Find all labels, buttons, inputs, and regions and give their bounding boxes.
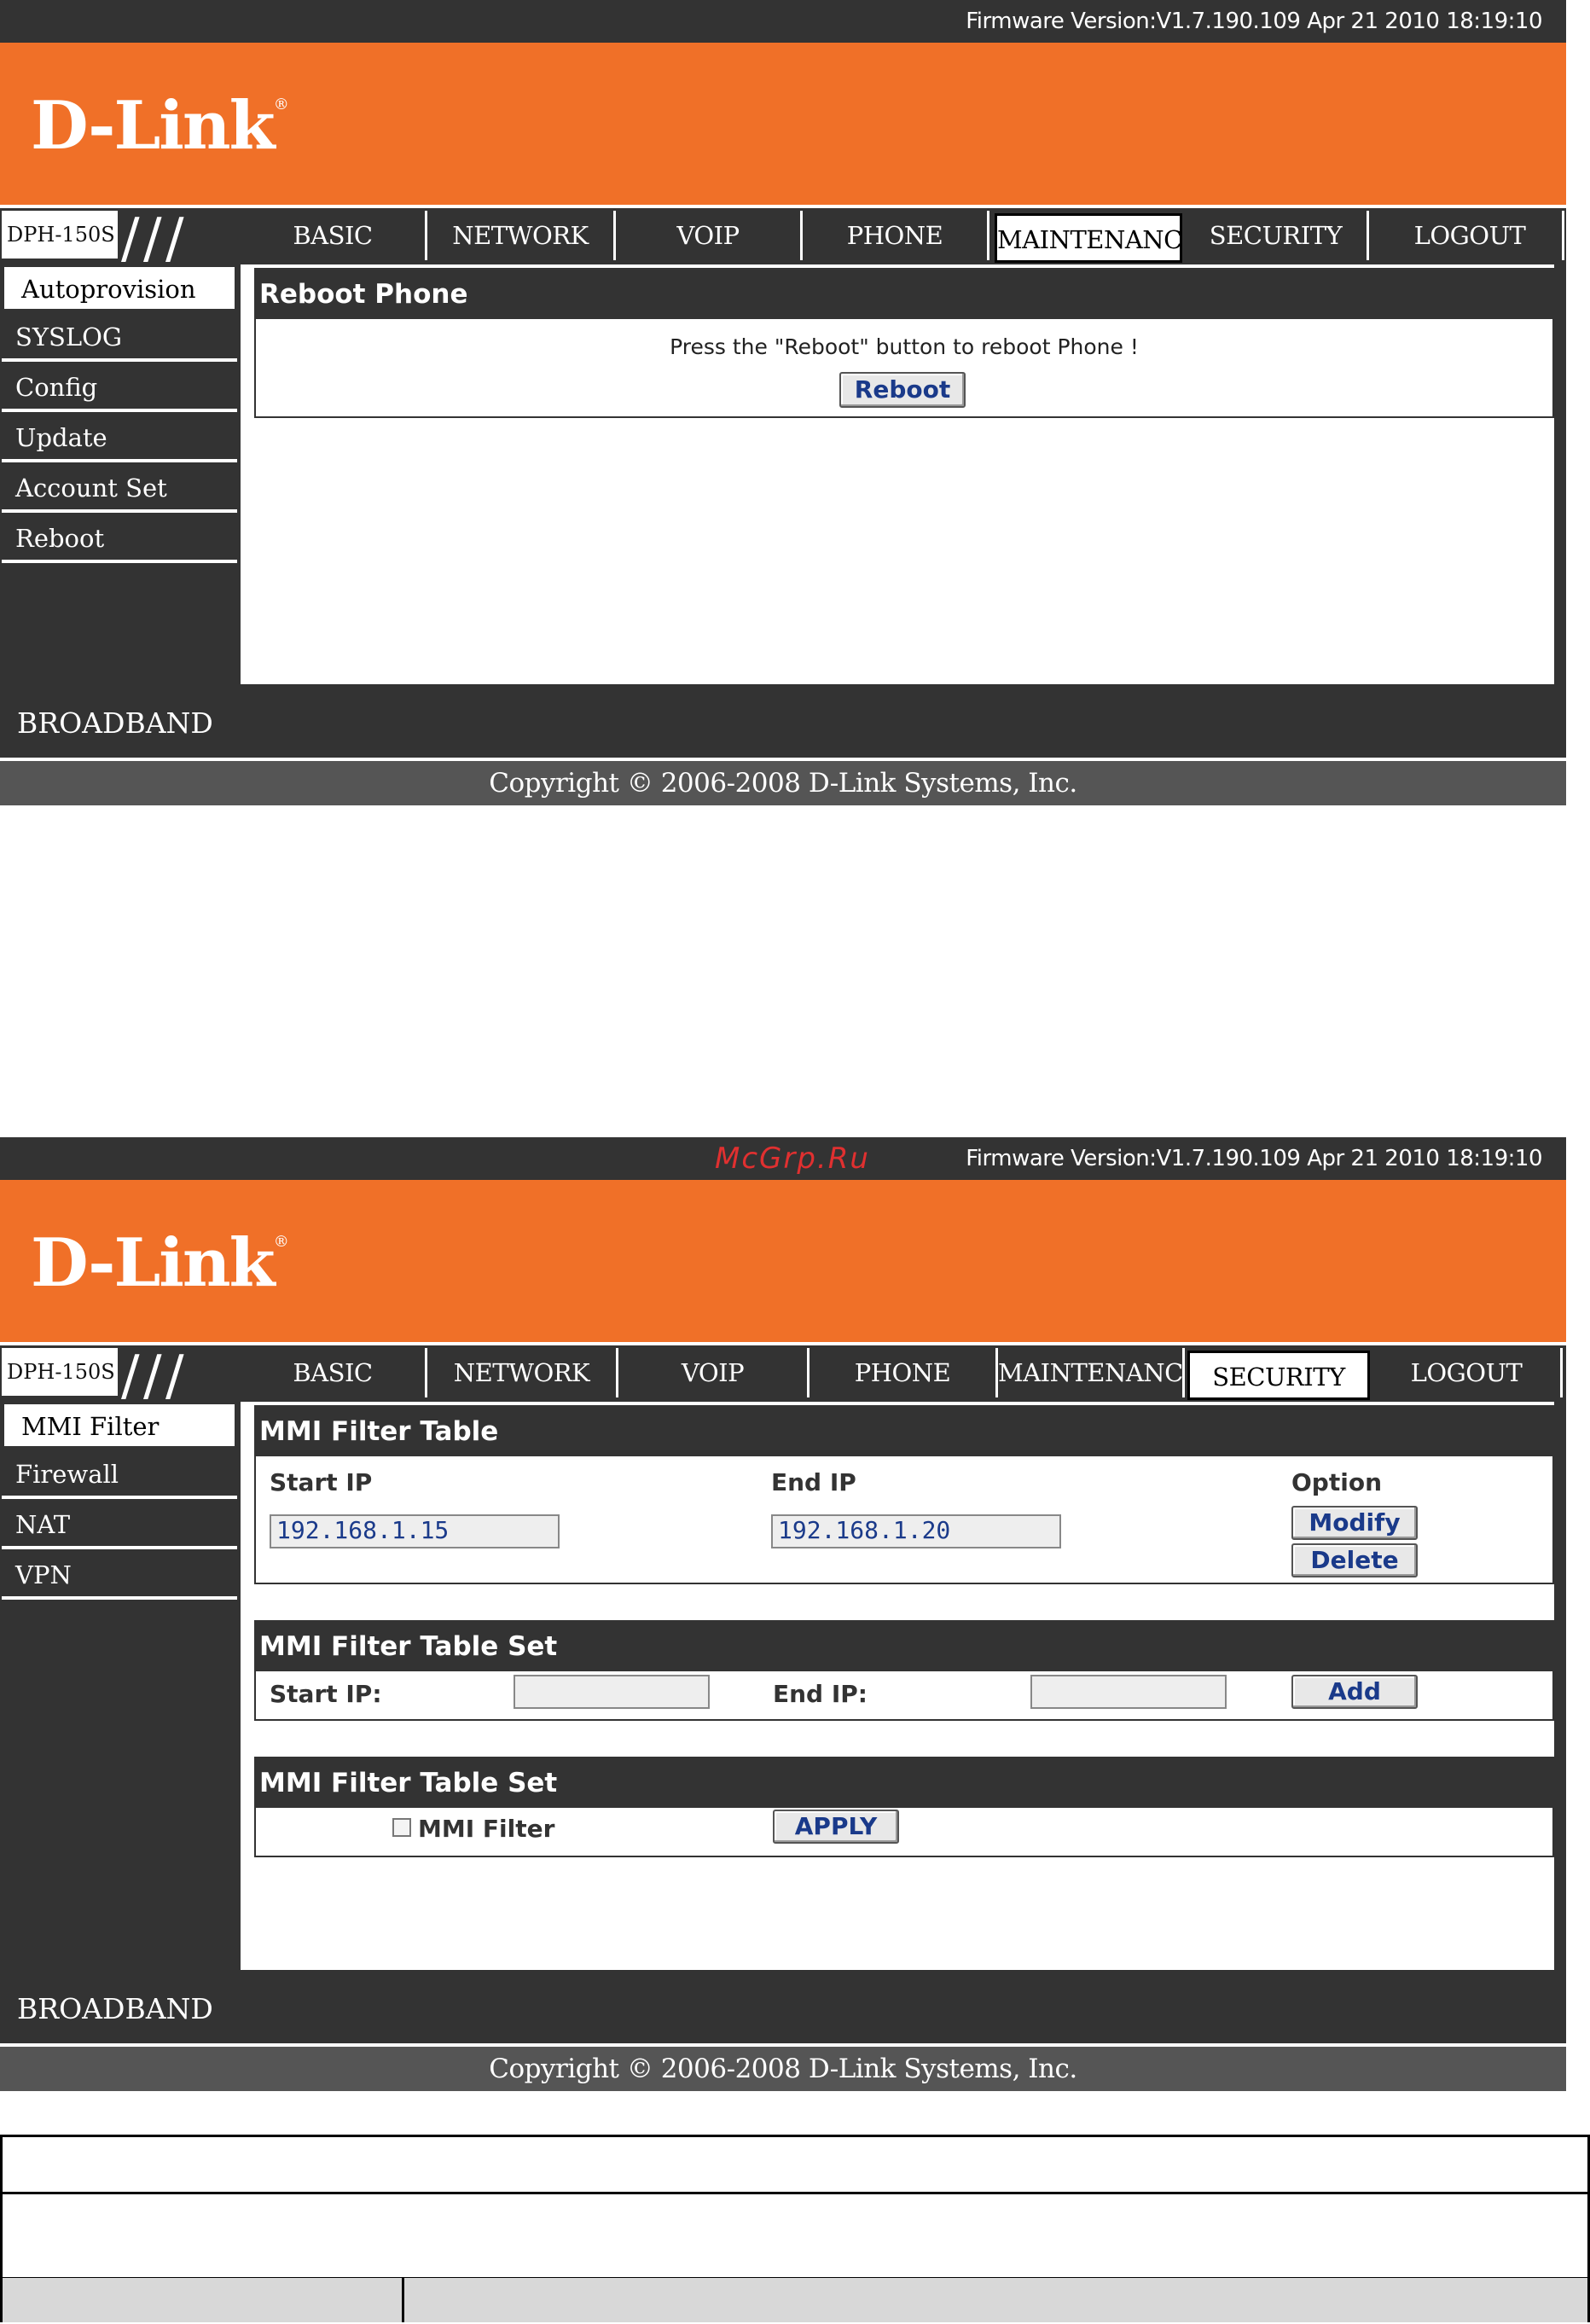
sidebar-item-vpn[interactable]: VPN	[2, 1553, 237, 1600]
dlink-logo: D-Link®	[31, 1224, 289, 1302]
broadband-bar: BROADBAND	[0, 688, 1566, 759]
end-ip-field[interactable]: 192.168.1.20	[771, 1514, 1061, 1548]
start-ip-label: Start IP:	[270, 1680, 382, 1708]
table-row	[3, 2137, 1587, 2194]
modify-button[interactable]: Modify	[1291, 1506, 1418, 1540]
content-area: Reboot Phone Press the "Reboot" button t…	[241, 264, 1554, 684]
tab-logout[interactable]: LOGOUT	[1372, 1348, 1563, 1397]
tab-basic[interactable]: BASIC	[241, 211, 427, 260]
main-tabs: BASIC NETWORK VOIP PHONE MAINTENANCE SEC…	[241, 211, 1564, 263]
end-ip-header: End IP	[771, 1468, 856, 1496]
slashes-decoration: / / /	[118, 207, 235, 270]
tab-phone[interactable]: PHONE	[810, 1348, 998, 1397]
empty-document-table	[0, 2135, 1590, 2322]
dlink-logo: D-Link®	[31, 87, 289, 165]
panel-title: MMI Filter Table	[256, 1407, 1552, 1456]
sidebar-item-mmi-filter[interactable]: MMI Filter	[2, 1402, 237, 1449]
panel-title: Reboot Phone	[256, 270, 1552, 319]
table-row	[3, 2192, 1587, 2280]
reboot-button[interactable]: Reboot	[839, 372, 966, 408]
header-banner: D-Link®	[0, 43, 1566, 208]
screenshot-security: Firmware Version:V1.7.190.109 Apr 21 201…	[0, 1137, 1566, 2091]
sidebar-item-update[interactable]: Update	[2, 415, 237, 462]
firmware-version: Firmware Version:V1.7.190.109 Apr 21 201…	[966, 9, 1542, 34]
mmi-filter-table-set: MMI Filter Table Set Start IP: End IP: A…	[254, 1620, 1554, 1721]
mmi-filter-enable-panel: MMI Filter Table Set MMI Filter APPLY	[254, 1757, 1554, 1857]
tab-security[interactable]: SECURITY	[1187, 1351, 1370, 1400]
tab-basic[interactable]: BASIC	[241, 1348, 427, 1397]
tab-security[interactable]: SECURITY	[1185, 211, 1369, 260]
end-ip-label: End IP:	[773, 1680, 868, 1708]
header-banner: D-Link®	[0, 1180, 1566, 1345]
content-area: MMI Filter Table Start IP End IP Option …	[241, 1402, 1554, 1970]
tab-network[interactable]: NETWORK	[427, 211, 616, 260]
sidebar-item-autoprovision[interactable]: Autoprovision	[2, 264, 237, 311]
delete-button[interactable]: Delete	[1291, 1543, 1418, 1577]
mmi-filter-table: MMI Filter Table Start IP End IP Option …	[254, 1405, 1554, 1584]
reboot-panel: Reboot Phone Press the "Reboot" button t…	[254, 268, 1554, 418]
option-header: Option	[1291, 1468, 1382, 1496]
tab-voip[interactable]: VOIP	[616, 211, 803, 260]
mmi-filter-checkbox[interactable]	[392, 1818, 411, 1837]
sidebar: Autoprovision SYSLOG Config Update Accou…	[2, 264, 237, 684]
tab-network[interactable]: NETWORK	[427, 1348, 618, 1397]
column-divider	[402, 2278, 404, 2322]
sidebar-item-config[interactable]: Config	[2, 365, 237, 412]
watermark: McGrp.Ru	[715, 1142, 870, 1176]
mmi-filter-label: MMI Filter	[418, 1815, 555, 1843]
apply-button[interactable]: APPLY	[773, 1810, 899, 1844]
start-ip-input[interactable]	[514, 1675, 710, 1709]
tab-phone[interactable]: PHONE	[803, 211, 989, 260]
model-label: DPH-150S	[7, 223, 115, 247]
model-label: DPH-150S	[7, 1360, 115, 1384]
panel-title: MMI Filter Table Set	[256, 1758, 1552, 1808]
add-button[interactable]: Add	[1291, 1675, 1418, 1709]
sidebar-item-nat[interactable]: NAT	[2, 1502, 237, 1549]
screenshot-maintenance: Firmware Version:V1.7.190.109 Apr 21 201…	[0, 0, 1566, 805]
start-ip-field[interactable]: 192.168.1.15	[270, 1514, 560, 1548]
sidebar: MMI Filter Firewall NAT VPN	[2, 1402, 237, 1970]
slashes-decoration: / / /	[118, 1345, 235, 1408]
sidebar-item-account-set[interactable]: Account Set	[2, 466, 237, 513]
copyright: Copyright © 2006-2008 D-Link Systems, In…	[0, 2047, 1566, 2091]
table-header-row	[3, 2278, 1587, 2322]
tab-maintenance[interactable]: MAINTENANCE	[998, 1348, 1185, 1397]
panel-title: MMI Filter Table Set	[256, 1622, 1552, 1671]
sidebar-item-syslog[interactable]: SYSLOG	[2, 315, 237, 362]
firmware-bar: Firmware Version:V1.7.190.109 Apr 21 201…	[0, 0, 1566, 41]
sidebar-item-firewall[interactable]: Firewall	[2, 1452, 237, 1499]
tab-logout[interactable]: LOGOUT	[1378, 211, 1564, 260]
end-ip-input[interactable]	[1030, 1675, 1227, 1709]
start-ip-header: Start IP	[270, 1468, 373, 1496]
sidebar-item-reboot[interactable]: Reboot	[2, 516, 237, 563]
tab-voip[interactable]: VOIP	[618, 1348, 810, 1397]
model-badge: DPH-150S / / /	[2, 207, 235, 270]
main-tabs: BASIC NETWORK VOIP PHONE MAINTENANCE SEC…	[241, 1348, 1564, 1400]
model-badge: DPH-150S / / /	[2, 1345, 235, 1408]
reboot-message: Press the "Reboot" button to reboot Phon…	[670, 334, 1139, 359]
broadband-bar: BROADBAND	[0, 1973, 1566, 2045]
copyright: Copyright © 2006-2008 D-Link Systems, In…	[0, 761, 1566, 805]
tab-maintenance[interactable]: MAINTENANCE	[995, 213, 1182, 263]
firmware-version: Firmware Version:V1.7.190.109 Apr 21 201…	[966, 1146, 1542, 1171]
